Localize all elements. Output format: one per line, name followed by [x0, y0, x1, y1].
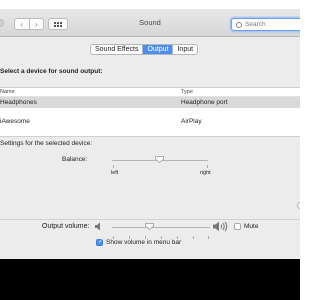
show-volume-label: Show volume in menu bar	[106, 239, 182, 246]
tab-output[interactable]: Output	[142, 45, 173, 54]
divider	[0, 219, 300, 220]
balance-tick-right	[207, 165, 208, 168]
checkmark-icon: ✓	[98, 239, 104, 245]
tab-input[interactable]: Input	[172, 45, 197, 54]
bottom-black-area	[0, 259, 300, 300]
device-table: Name Type Headphones Headphone port iAwe…	[0, 87, 300, 137]
balance-knob[interactable]	[155, 156, 164, 163]
settings-heading: Settings for the selected device:	[0, 140, 93, 147]
tab-sound-effects[interactable]: Sound Effects	[91, 45, 142, 54]
column-header-name[interactable]: Name	[0, 89, 15, 95]
tab-bar: Sound Effects Output Input	[90, 44, 199, 55]
speaker-low-icon	[95, 222, 100, 231]
search-field[interactable]	[231, 18, 300, 31]
balance-left-label: left	[111, 170, 119, 176]
balance-tick-left	[113, 165, 114, 168]
sound-preferences-window: ‹ › Sound Sound Effects Output Input Sel…	[0, 9, 300, 259]
speaker-high-icon	[213, 221, 228, 232]
device-row-iawesome[interactable]: iAwesome AirPlay	[0, 116, 300, 127]
device-name: iAwesome	[0, 118, 30, 125]
device-type: AirPlay	[181, 118, 202, 125]
mute-label: Mute	[244, 223, 259, 230]
volume-track	[112, 227, 210, 228]
mute-checkbox[interactable]	[234, 223, 241, 230]
search-icon	[236, 21, 242, 28]
toolbar: ‹ › Sound	[0, 9, 300, 37]
device-name: Headphones	[0, 99, 37, 106]
scroll-indicator[interactable]	[297, 202, 300, 209]
show-volume-checkbox[interactable]: ✓	[96, 239, 103, 246]
device-row-headphones[interactable]: Headphones Headphone port	[0, 97, 300, 108]
device-type: Headphone port	[181, 99, 228, 106]
volume-knob[interactable]	[145, 223, 154, 230]
output-heading: Select a device for sound output:	[0, 68, 103, 75]
balance-label: Balance:	[62, 156, 88, 163]
column-header-type[interactable]: Type	[181, 89, 193, 95]
balance-right-label: right	[200, 170, 211, 176]
search-input[interactable]	[245, 21, 295, 28]
output-volume-label: Output volume:	[42, 223, 90, 230]
